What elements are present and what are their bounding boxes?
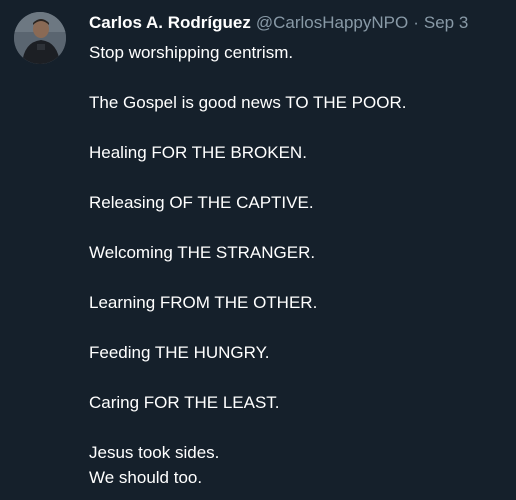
avatar[interactable] bbox=[14, 12, 66, 64]
tweet-content: Carlos A. Rodríguez @CarlosHappyNPO · Se… bbox=[89, 12, 509, 490]
tweet-paragraph: Healing FOR THE BROKEN. bbox=[89, 143, 307, 162]
tweet-paragraph: The Gospel is good news TO THE POOR. bbox=[89, 93, 407, 112]
tweet-text: Stop worshipping centrism. The Gospel is… bbox=[89, 40, 509, 490]
tweet-paragraph: Welcoming THE STRANGER. bbox=[89, 243, 316, 262]
avatar-photo bbox=[14, 12, 66, 64]
tweet-date[interactable]: Sep 3 bbox=[424, 12, 468, 34]
tweet-paragraph: Learning FROM THE OTHER. bbox=[89, 293, 318, 312]
tweet-paragraph: Stop worshipping centrism. bbox=[89, 43, 294, 62]
author-name[interactable]: Carlos A. Rodríguez bbox=[89, 12, 251, 34]
author-handle[interactable]: @CarlosHappyNPO bbox=[256, 12, 408, 34]
tweet-closing-line: Jesus took sides. bbox=[89, 443, 220, 462]
tweet-header: Carlos A. Rodríguez @CarlosHappyNPO · Se… bbox=[89, 12, 509, 34]
tweet-closing-line: We should too. bbox=[89, 468, 203, 487]
tweet-paragraph: Releasing OF THE CAPTIVE. bbox=[89, 193, 314, 212]
header-separator: · bbox=[413, 13, 419, 32]
tweet-paragraph: Feeding THE HUNGRY. bbox=[89, 343, 270, 362]
tweet-paragraph: Caring FOR THE LEAST. bbox=[89, 393, 280, 412]
tweet-closing: Jesus took sides. We should too. bbox=[89, 440, 509, 490]
tweet[interactable]: Carlos A. Rodríguez @CarlosHappyNPO · Se… bbox=[0, 0, 516, 500]
